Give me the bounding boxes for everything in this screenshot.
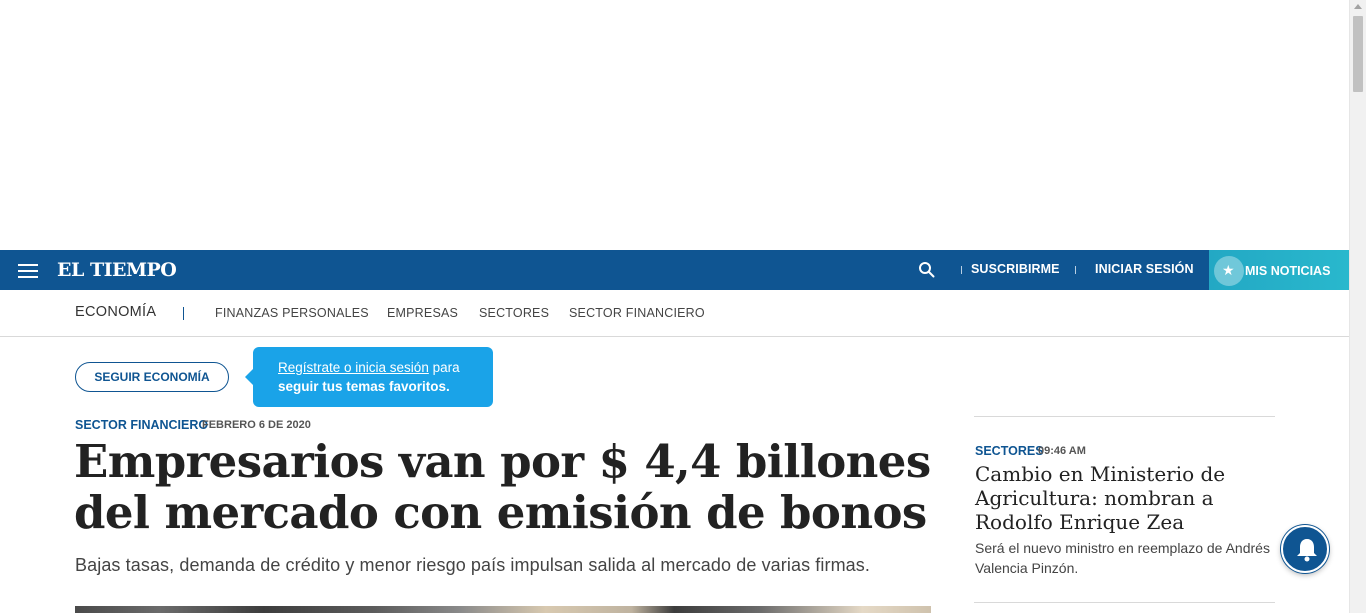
hamburger-menu-icon[interactable]	[18, 264, 38, 278]
subnav-item-finanzas-personales[interactable]: FINANZAS PERSONALES	[215, 306, 369, 320]
sidebar-category[interactable]: SECTORES	[975, 444, 1044, 458]
section-nav: ECONOMÍA FINANZAS PERSONALES EMPRESAS SE…	[0, 290, 1349, 337]
tooltip-text: para	[428, 360, 460, 375]
article-headline: Empresarios van por $ 4,4 billones del m…	[74, 435, 931, 539]
scroll-up-arrow[interactable]	[1354, 4, 1362, 9]
star-icon: ★	[1222, 262, 1235, 278]
follow-tooltip: Regístrate o inicia sesión para seguir t…	[245, 347, 493, 407]
article-category[interactable]: SECTOR FINANCIERO	[75, 418, 208, 432]
page-scrollbar[interactable]	[1349, 0, 1366, 613]
sidebar-headline[interactable]: Cambio en Ministerio de Agricultura: nom…	[975, 462, 1275, 534]
login-link[interactable]: INICIAR SESIÓN	[1095, 262, 1194, 276]
divider	[1075, 266, 1076, 274]
sidebar-time: 09:46 AM	[1038, 445, 1086, 457]
subnav-item-sectores[interactable]: SECTORES	[479, 306, 549, 320]
divider	[183, 307, 184, 320]
divider	[974, 416, 1275, 417]
register-login-link[interactable]: Regístrate o inicia sesión	[278, 360, 429, 375]
search-icon[interactable]	[918, 261, 936, 279]
tooltip-text-bold: seguir tus temas favoritos.	[278, 379, 450, 394]
article-date: FEBRERO 6 DE 2020	[202, 419, 311, 431]
follow-section-button[interactable]: SEGUIR ECONOMÍA	[75, 362, 229, 392]
article-photo	[75, 606, 931, 613]
subnav-item-sector-financiero[interactable]: SECTOR FINANCIERO	[569, 306, 705, 320]
subnav-item-empresas[interactable]: EMPRESAS	[387, 306, 458, 320]
my-news-label: MIS NOTICIAS	[1245, 264, 1331, 278]
divider	[974, 602, 1275, 603]
article-lead: Bajas tasas, demanda de crédito y menor …	[75, 555, 870, 575]
site-logo[interactable]: EL TIEMPO	[57, 259, 177, 281]
section-title[interactable]: ECONOMÍA	[75, 304, 156, 320]
my-news-button[interactable]: ★ MIS NOTICIAS	[1209, 250, 1349, 290]
subscribe-link[interactable]: SUSCRIBIRME	[971, 262, 1060, 276]
bell-icon	[1297, 539, 1317, 562]
sidebar-summary: Será el nuevo ministro en reemplazo de A…	[975, 540, 1270, 576]
top-nav-bar: EL TIEMPO SUSCRIBIRME INICIAR SESIÓN ★ M…	[0, 250, 1349, 290]
ad-space	[0, 0, 1349, 250]
divider	[961, 266, 962, 274]
notification-bell-button[interactable]	[1281, 525, 1329, 573]
scroll-thumb[interactable]	[1353, 16, 1363, 92]
